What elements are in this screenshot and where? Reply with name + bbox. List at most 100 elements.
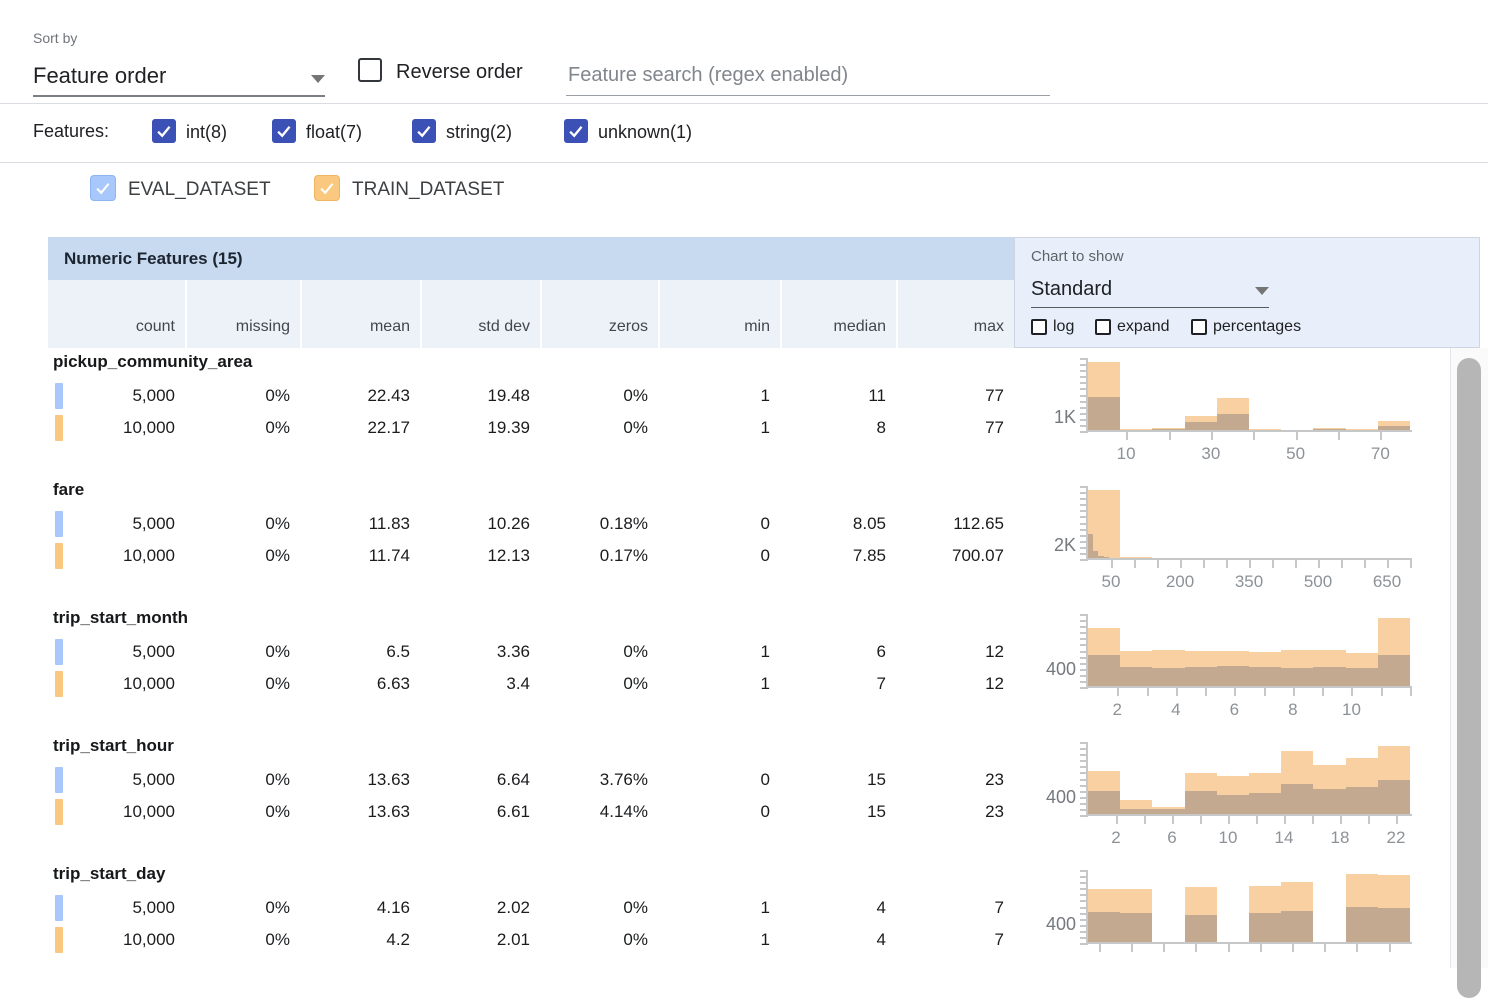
stat-cell: 0 [658,508,780,540]
histogram-plot: 400 [1088,870,1410,943]
check-icon [93,178,113,198]
percentages-checkbox[interactable] [1191,319,1207,335]
feature-block-trip_start_hour: trip_start_hour 5,0000%13.636.643.76%0152… [48,734,1014,862]
stat-values: 10,0000%4.22.010%147 [48,924,1014,956]
y-axis [1086,358,1088,433]
y-axis [1086,870,1088,945]
y-tick [1080,498,1086,500]
stat-cell: 23 [896,764,1014,796]
stat-values: 10,0000%22.1719.390%1877 [48,412,1014,444]
x-tick-label: 10 [1198,828,1258,848]
histogram-bar [1088,912,1120,942]
stat-row-eval: 5,0000%11.8310.260.18%08.05112.65 [48,508,1014,540]
stat-cell: 13.63 [300,764,420,796]
stat-cell: 0% [185,796,300,828]
x-tick [1131,944,1133,952]
feature-type-checkbox-1[interactable] [272,119,296,143]
y-tick [1080,614,1086,616]
scrollbar-thumb[interactable] [1457,358,1481,998]
y-tick [1080,516,1086,518]
reverse-order-checkbox[interactable] [358,58,382,82]
y-tick [1080,766,1086,768]
x-tick [1200,816,1202,824]
y-tick [1080,382,1086,384]
stat-cell: 0% [185,412,300,444]
features-filter-label: Features: [33,121,109,142]
y-tick [1080,748,1086,750]
stat-cell: 11.74 [300,540,420,572]
stat-cell: 3.4 [420,668,540,700]
expand-checkbox[interactable] [1095,319,1111,335]
y-axis [1086,486,1088,561]
feature-block-pickup_community_area: pickup_community_area5,0000%22.4319.480%… [48,350,1014,478]
histogram-trip_start_day: 400 [1014,862,1451,990]
histogram-bar [1088,791,1120,814]
x-axis [1086,942,1412,944]
x-tick [1256,816,1258,824]
feature-name: trip_start_hour [53,736,174,756]
y-tick [1080,632,1086,634]
x-tick [1228,944,1230,952]
x-tick [1147,688,1149,696]
y-tick [1080,510,1086,512]
feature-type-label-3: unknown(1) [598,122,692,143]
feature-block-fare: fare5,0000%11.8310.260.18%08.05112.6510,… [48,478,1014,606]
stat-row-eval: 5,0000%13.636.643.76%01523 [48,764,1014,796]
x-tick-label: 50 [1081,572,1141,592]
x-tick-label: 4 [1146,700,1206,720]
x-tick-label: 6 [1204,700,1264,720]
y-tick [1080,785,1086,787]
stat-cell: 2.02 [420,892,540,924]
x-tick-label: 18 [1310,828,1370,848]
stat-cell: 7 [780,668,896,700]
x-tick [1116,816,1118,824]
y-tick [1080,870,1086,872]
histogram-plot: 1K10305070 [1088,358,1410,431]
train-dataset-checkbox[interactable] [314,175,340,201]
stat-row-train: 10,0000%11.7412.130.17%07.85700.07 [48,540,1014,572]
chart-type-select[interactable]: Standard [1031,271,1269,308]
stat-cell: 0% [540,412,658,444]
y-axis [1086,742,1088,817]
stat-cell: 10,000 [48,924,185,956]
feature-type-checkbox-0[interactable] [152,119,176,143]
stat-cell: 8 [780,412,896,444]
x-tick [1396,816,1398,824]
x-tick [1312,816,1314,824]
stat-cell: 2.01 [420,924,540,956]
stat-cell: 23 [896,796,1014,828]
x-tick [1195,944,1197,952]
stat-cell: 10,000 [48,796,185,828]
x-tick [1249,560,1251,568]
feature-type-checkbox-2[interactable] [412,119,436,143]
column-header-max: max [896,280,1014,348]
x-axis [1086,430,1412,432]
y-tick [1080,760,1086,762]
stat-cell: 22.17 [300,412,420,444]
stat-cell: 15 [780,796,896,828]
x-tick [1228,816,1230,824]
stat-cell: 112.65 [896,508,1014,540]
stat-cell: 0% [185,508,300,540]
histogram-fare: 2K50200350500650 [1014,478,1451,606]
y-tick [1080,425,1086,427]
sort-by-select[interactable]: Feature order [33,55,325,97]
stat-cell: 0% [185,668,300,700]
eval-dataset-checkbox[interactable] [90,175,116,201]
stat-values: 10,0000%6.633.40%1712 [48,668,1014,700]
x-tick-label: 14 [1254,828,1314,848]
stat-cell: 11 [780,380,896,412]
histogram-plot: 2K50200350500650 [1088,486,1410,559]
histogram-bar [1346,907,1378,942]
stat-cell: 5,000 [48,380,185,412]
histogram-bar [1088,655,1120,686]
feature-type-checkbox-3[interactable] [564,119,588,143]
stat-cell: 0% [540,636,658,668]
y-tick [1080,638,1086,640]
log-checkbox[interactable] [1031,319,1047,335]
histogram-bar [1088,397,1120,430]
y-tick [1080,492,1086,494]
y-tick [1080,547,1086,549]
histogram-bar [1378,655,1410,686]
feature-search-input[interactable] [566,55,1050,96]
